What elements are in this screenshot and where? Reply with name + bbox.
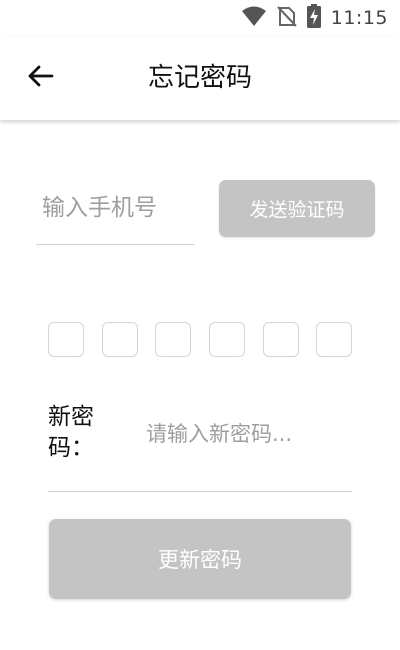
code-box[interactable] <box>155 322 191 357</box>
status-bar: 11:15 <box>0 0 400 36</box>
no-sim-icon <box>277 5 297 31</box>
app-bar: 忘记密码 <box>0 36 400 120</box>
wifi-icon <box>241 5 267 31</box>
phone-field <box>36 186 198 245</box>
code-box[interactable] <box>48 322 84 357</box>
code-box[interactable] <box>209 322 245 357</box>
code-box[interactable] <box>263 322 299 357</box>
send-code-label: 发送验证码 <box>249 199 345 221</box>
new-password-underline <box>48 491 352 492</box>
battery-charging-icon <box>306 4 321 32</box>
verification-code-boxes <box>48 322 354 358</box>
code-box[interactable] <box>102 322 138 357</box>
new-password-label: 新密码： <box>48 404 94 461</box>
page-title: 忘记密码 <box>147 63 252 93</box>
send-code-button[interactable]: 发送验证码 <box>219 180 375 237</box>
status-time: 11:15 <box>330 7 388 29</box>
status-icons: 11:15 <box>241 4 388 32</box>
new-password-input[interactable] <box>146 414 346 454</box>
update-password-label: 更新密码 <box>158 548 242 572</box>
update-password-button[interactable]: 更新密码 <box>49 519 351 599</box>
forgot-password-screen: 11:15 忘记密码 发送验证码 新密码： 更新密码 <box>0 0 400 650</box>
phone-input[interactable] <box>36 186 198 230</box>
code-box[interactable] <box>316 322 352 357</box>
